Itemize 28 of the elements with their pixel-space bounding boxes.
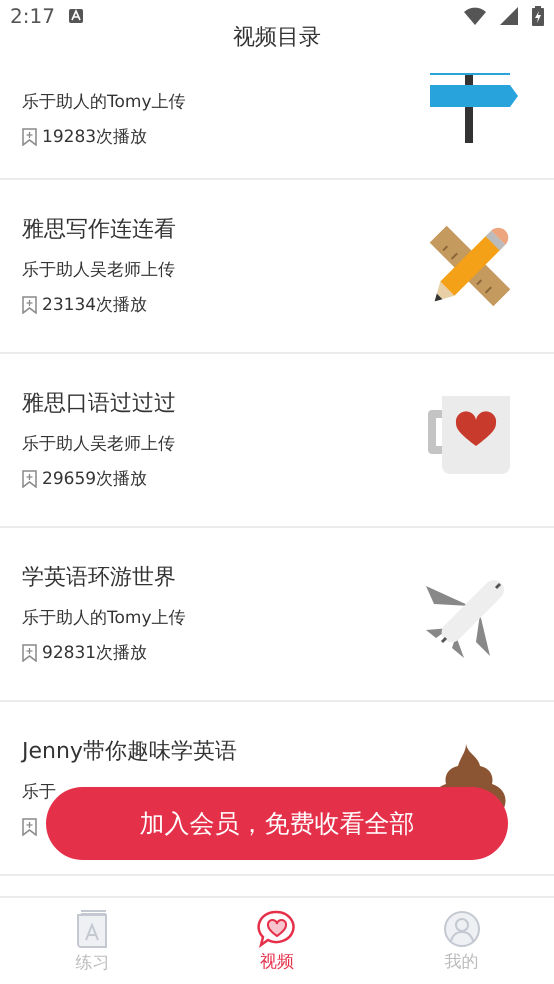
bookmark-icon (22, 128, 37, 146)
battery-icon (532, 6, 544, 26)
video-title[interactable]: 雅思口语过过过 (22, 388, 420, 418)
bookmark-icon (22, 644, 37, 662)
page-title: 视频目录 (232, 24, 322, 52)
uploader-text: 乐于助人的Tomy上传 (22, 91, 187, 114)
uploader-text: 乐于助人吴老师上传 (22, 432, 176, 456)
uploader-text: 乐于助人吴老师上传 (22, 258, 176, 282)
uploader-text: 乐于助人的Tomy上传 (22, 606, 187, 630)
notification-icon (68, 9, 83, 23)
play-count: 19283次播放 (42, 126, 148, 149)
wifi-icon (464, 7, 486, 25)
video-title[interactable]: 雅思写作连连看 (22, 214, 420, 244)
play-count: 23134次播放 (42, 294, 148, 316)
play-count: 92831次播放 (42, 642, 148, 664)
bookmark-icon (22, 296, 37, 314)
book-icon[interactable] (75, 908, 110, 948)
bookmark-icon (22, 470, 37, 488)
video-title[interactable]: 学英语环游世界 (22, 562, 420, 592)
play-count: 29659次播放 (42, 468, 148, 490)
status-time: 2:17 (10, 4, 55, 28)
heart-message-icon[interactable] (257, 910, 297, 948)
signal-icon (500, 7, 518, 25)
tab-label[interactable]: 视频 (260, 950, 294, 972)
signpost-icon (430, 73, 520, 143)
video-title[interactable]: Jenny带你趣味学英语 (22, 736, 420, 766)
profile-icon[interactable] (442, 910, 481, 948)
bookmark-icon (22, 818, 37, 836)
